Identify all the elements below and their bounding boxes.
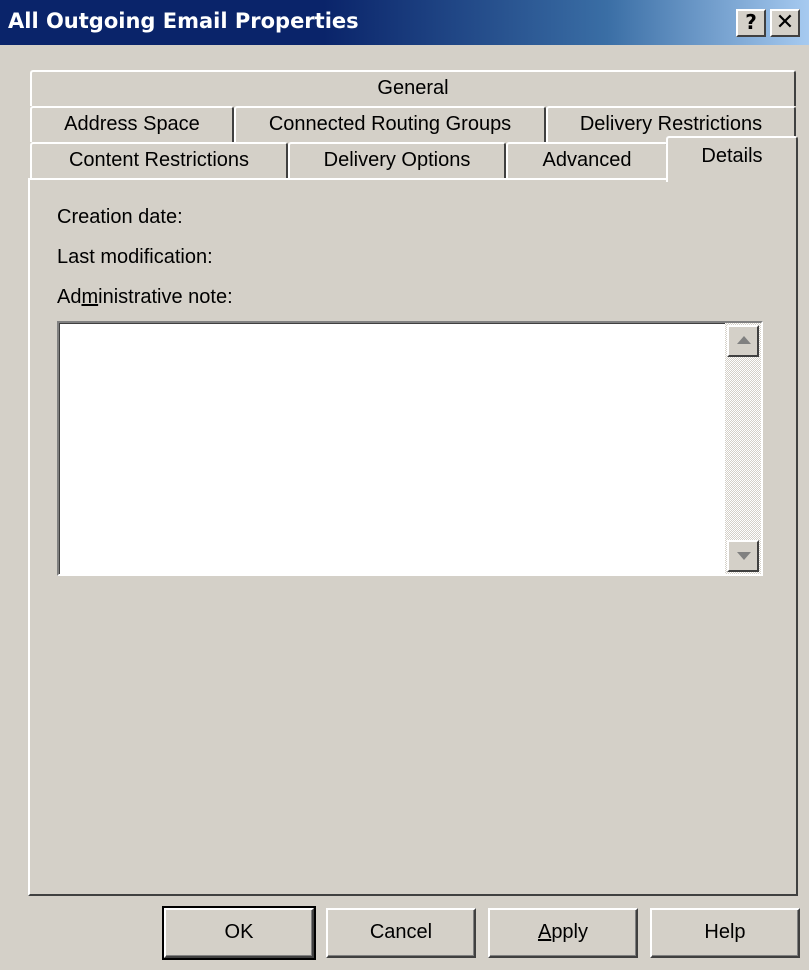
tab-label: Details xyxy=(701,145,763,167)
creation-date-label: Creation date: xyxy=(57,206,183,228)
tab-advanced[interactable]: Advanced xyxy=(506,142,668,180)
help-button[interactable]: Help xyxy=(650,908,800,958)
tab-address-space[interactable]: Address Space xyxy=(30,106,234,142)
scroll-down-button[interactable] xyxy=(727,540,759,572)
properties-dialog: All Outgoing Email Properties ? ✕ Genera… xyxy=(0,0,809,970)
button-label: Cancel xyxy=(369,921,433,943)
scroll-up-button[interactable] xyxy=(727,325,759,357)
close-icon[interactable]: ✕ xyxy=(770,9,800,37)
down-arrow-icon xyxy=(737,552,751,560)
button-label: Help xyxy=(704,921,746,943)
administrative-note-textarea[interactable] xyxy=(57,321,763,576)
tab-label: Content Restrictions xyxy=(68,149,250,171)
apply-button[interactable]: Apply xyxy=(488,908,638,958)
tab-content-restrictions[interactable]: Content Restrictions xyxy=(30,142,288,180)
mnemonic-letter: A xyxy=(537,921,552,943)
button-label: pply xyxy=(551,921,589,943)
tab-label: Connected Routing Groups xyxy=(268,113,512,135)
tab-label: Address Space xyxy=(64,113,200,135)
help-icon[interactable]: ? xyxy=(736,9,766,37)
mnemonic-letter: m xyxy=(81,286,99,308)
tab-label: Delivery Options xyxy=(323,149,471,171)
ok-button[interactable]: OK xyxy=(162,906,316,960)
tab-details[interactable]: Details xyxy=(666,136,798,182)
window-title: All Outgoing Email Properties xyxy=(8,9,359,33)
label-part: Ad xyxy=(57,286,82,308)
last-modification-label: Last modification: xyxy=(57,246,213,268)
tab-delivery-options[interactable]: Delivery Options xyxy=(288,142,506,180)
cancel-button[interactable]: Cancel xyxy=(326,908,476,958)
title-bar[interactable]: All Outgoing Email Properties ? ✕ xyxy=(0,0,809,45)
button-label: OK xyxy=(224,921,254,943)
vertical-scrollbar[interactable] xyxy=(725,323,761,574)
tab-label: Delivery Restrictions xyxy=(579,113,763,135)
tab-label: Advanced xyxy=(542,149,632,171)
up-arrow-icon xyxy=(737,336,751,344)
administrative-note-label: Administrative note: xyxy=(57,286,233,309)
tab-connected-routing-groups[interactable]: Connected Routing Groups xyxy=(234,106,546,142)
tab-general[interactable]: General xyxy=(30,70,796,106)
label-part: inistrative note: xyxy=(98,286,233,308)
tab-label: General xyxy=(377,77,449,99)
